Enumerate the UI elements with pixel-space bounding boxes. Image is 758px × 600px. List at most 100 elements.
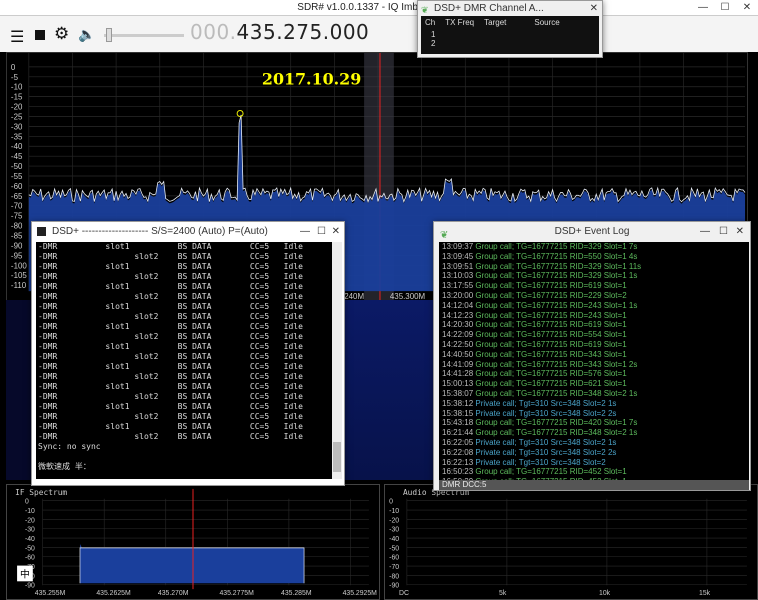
- channel-close-button[interactable]: ✕: [590, 1, 598, 16]
- log-message: Private call; Tgt=310 Src=348 Slot=2 2s: [473, 408, 617, 418]
- col-source: Source: [534, 18, 560, 27]
- log-row[interactable]: 14:41:28 Group call; TG=16777215 RID=576…: [442, 369, 749, 379]
- log-time: 13:20:00: [442, 290, 474, 300]
- menu-icon[interactable]: ☰: [10, 27, 24, 47]
- log-message: Group call; TG=16777215 RID=329 Slot=1 1…: [473, 261, 642, 271]
- x-axis-label: DC: [399, 590, 409, 597]
- log-time: 14:41:28: [442, 369, 474, 379]
- audio-spectrum-panel[interactable]: Audio Spectrum 0-10-20-30-40-50-60-70-80…: [384, 484, 758, 600]
- y-axis-label: -90: [25, 583, 35, 590]
- log-row[interactable]: 15:43:18 Group call; TG=16777215 RID=420…: [442, 418, 749, 428]
- y-axis-label: -85: [11, 232, 23, 241]
- event-log-window[interactable]: ❦ DSD+ Event Log — ☐ ✕ 13:09:37 Group ca…: [433, 221, 751, 491]
- log-row[interactable]: 13:09:37 Group call; TG=16777215 RID=329…: [442, 242, 749, 252]
- log-row[interactable]: 14:41:09 Group call; TG=16777215 RID=343…: [442, 360, 749, 370]
- ime-indicator: 中: [20, 567, 30, 580]
- dsd-console-output[interactable]: -DMR slot1 BS DATA CC=5 Idle -DMR slot2 B…: [36, 242, 334, 479]
- event-log-titlebar[interactable]: ❦ DSD+ Event Log — ☐ ✕: [434, 222, 750, 242]
- y-axis-label: -20: [11, 103, 23, 112]
- console-line: -DMR slot2 BS DATA CC=5 Idle: [38, 412, 303, 421]
- log-row[interactable]: 14:40:50 Group call; TG=16777215 RID=343…: [442, 350, 749, 360]
- console-line: -DMR slot2 BS DATA CC=5 Idle: [38, 292, 303, 301]
- log-row[interactable]: 14:12:23 Group call; TG=16777215 RID=243…: [442, 311, 749, 321]
- dsd-maximize-button[interactable]: ☐: [317, 222, 326, 242]
- dsd-close-button[interactable]: ✕: [332, 222, 340, 242]
- log-row[interactable]: 16:21:44 Group call; TG=16777215 RID=348…: [442, 428, 749, 438]
- log-message: Group call; TG=16777215 RID=619 Slot=1: [473, 320, 627, 330]
- col-target: Target: [484, 18, 507, 27]
- y-axis-label: -45: [11, 152, 23, 161]
- if-spectrum-panel[interactable]: IF Spectrum 0-10-20-30-40-50-60-70-80-90…: [6, 484, 380, 600]
- log-row[interactable]: 15:38:07 Group call; TG=16777215 RID=348…: [442, 389, 749, 399]
- dsd-minimize-button[interactable]: —: [300, 222, 310, 242]
- y-axis-label: -100: [11, 261, 27, 270]
- channel-activity-window[interactable]: ❦ DSD+ DMR Channel A... ✕ Ch TX Freq Tar…: [417, 0, 603, 58]
- y-axis-label: -70: [389, 564, 399, 571]
- log-row[interactable]: 14:22:50 Group call; TG=16777215 RID=619…: [442, 340, 749, 350]
- y-axis-label: -90: [389, 583, 399, 590]
- log-row[interactable]: 16:22:13 Private call; Tgt=310 Src=348 S…: [442, 458, 749, 468]
- console-line: -DMR slot2 BS DATA CC=5 Idle: [38, 432, 303, 441]
- y-axis-label: -60: [389, 555, 399, 562]
- log-message: Private call; Tgt=310 Src=348 Slot=2 1s: [473, 437, 617, 447]
- log-time: 16:22:13: [442, 457, 474, 467]
- speaker-icon[interactable]: 🔈: [78, 26, 95, 43]
- console-line: -DMR slot1 BS DATA CC=5 Idle: [38, 242, 303, 251]
- frequency-prefix: 000.: [190, 20, 237, 44]
- log-row[interactable]: 15:38:15 Private call; Tgt=310 Src=348 S…: [442, 409, 749, 419]
- scrollbar-thumb[interactable]: [333, 442, 341, 472]
- y-axis-label: -15: [11, 93, 23, 102]
- y-axis-label: -70: [11, 202, 23, 211]
- log-row[interactable]: 14:12:04 Group call; TG=16777215 RID=243…: [442, 301, 749, 311]
- channel-titlebar[interactable]: ❦ DSD+ DMR Channel A... ✕: [418, 1, 602, 16]
- log-row[interactable]: 13:09:51 Group call; TG=16777215 RID=329…: [442, 262, 749, 272]
- dsd-console-title: DSD+ -------------------- S/S=2400 (Auto…: [52, 226, 268, 237]
- log-time: 14:20:30: [442, 320, 474, 330]
- stop-icon[interactable]: [35, 30, 45, 40]
- close-button[interactable]: ✕: [736, 0, 758, 16]
- console-line: -DMR slot1 BS DATA CC=5 Idle: [38, 362, 303, 371]
- log-time: 15:38:12: [442, 398, 474, 408]
- log-row[interactable]: 16:22:08 Private call; Tgt=310 Src=348 S…: [442, 448, 749, 458]
- log-row[interactable]: 13:09:45 Group call; TG=16777215 RID=550…: [442, 252, 749, 262]
- dsd-console-window[interactable]: DSD+ -------------------- S/S=2400 (Auto…: [31, 221, 345, 486]
- log-row[interactable]: 13:17:55 Group call; TG=16777215 RID=619…: [442, 281, 749, 291]
- log-row[interactable]: 13:20:00 Group call; TG=16777215 RID=229…: [442, 291, 749, 301]
- y-axis-label: -60: [25, 555, 35, 562]
- log-maximize-button[interactable]: ☐: [719, 222, 728, 242]
- event-log-list[interactable]: 13:09:37 Group call; TG=16777215 RID=329…: [439, 242, 749, 480]
- log-close-button[interactable]: ✕: [736, 222, 744, 242]
- if-spectrum-fill: [79, 543, 305, 584]
- log-time: 16:22:08: [442, 447, 474, 457]
- log-message: Group call; TG=16777215 RID=343 Slot=1 2…: [473, 359, 638, 369]
- date-overlay: 2017.10.29: [262, 70, 361, 89]
- y-axis-label: -5: [11, 73, 19, 82]
- maximize-button[interactable]: ☐: [714, 0, 736, 16]
- y-axis-label: -50: [25, 545, 35, 552]
- frequency-value: 435.275.000: [236, 20, 370, 44]
- log-row[interactable]: 13:10:03 Group call; TG=16777215 RID=329…: [442, 271, 749, 281]
- dsd-console-scrollbar[interactable]: [332, 242, 342, 479]
- x-axis-label: 435.285M: [281, 590, 312, 597]
- console-line: -DMR slot1 BS DATA CC=5 Idle: [38, 342, 303, 351]
- frequency-display[interactable]: 000.435.275.000: [190, 20, 369, 44]
- log-row[interactable]: 14:22:09 Group call; TG=16777215 RID=554…: [442, 330, 749, 340]
- minimize-button[interactable]: —: [692, 0, 714, 16]
- log-row[interactable]: 16:22:05 Private call; Tgt=310 Src=348 S…: [442, 438, 749, 448]
- log-minimize-button[interactable]: —: [700, 222, 710, 242]
- log-message: Group call; TG=16777215 RID=243 Slot=1: [473, 310, 627, 320]
- y-axis-label: -105: [11, 271, 27, 280]
- log-row[interactable]: 15:00:13 Group call; TG=16777215 RID=621…: [442, 379, 749, 389]
- volume-slider[interactable]: [104, 28, 184, 42]
- dsd-console-titlebar[interactable]: DSD+ -------------------- S/S=2400 (Auto…: [32, 222, 344, 242]
- x-axis-label: 435.2775M: [219, 590, 254, 597]
- console-icon: [37, 227, 46, 236]
- volume-slider-handle[interactable]: [106, 28, 112, 42]
- log-row[interactable]: 14:20:30 Group call; TG=16777215 RID=619…: [442, 320, 749, 330]
- event-log-title: DSD+ Event Log: [554, 226, 630, 237]
- log-row[interactable]: 16:50:23 Group call; TG=16777215 RID=452…: [442, 467, 749, 477]
- log-time: 16:50:23: [442, 467, 474, 477]
- gear-icon[interactable]: ⚙: [54, 24, 69, 44]
- log-row[interactable]: 15:38:12 Private call; Tgt=310 Src=348 S…: [442, 399, 749, 409]
- x-axis-label: 15k: [699, 590, 711, 597]
